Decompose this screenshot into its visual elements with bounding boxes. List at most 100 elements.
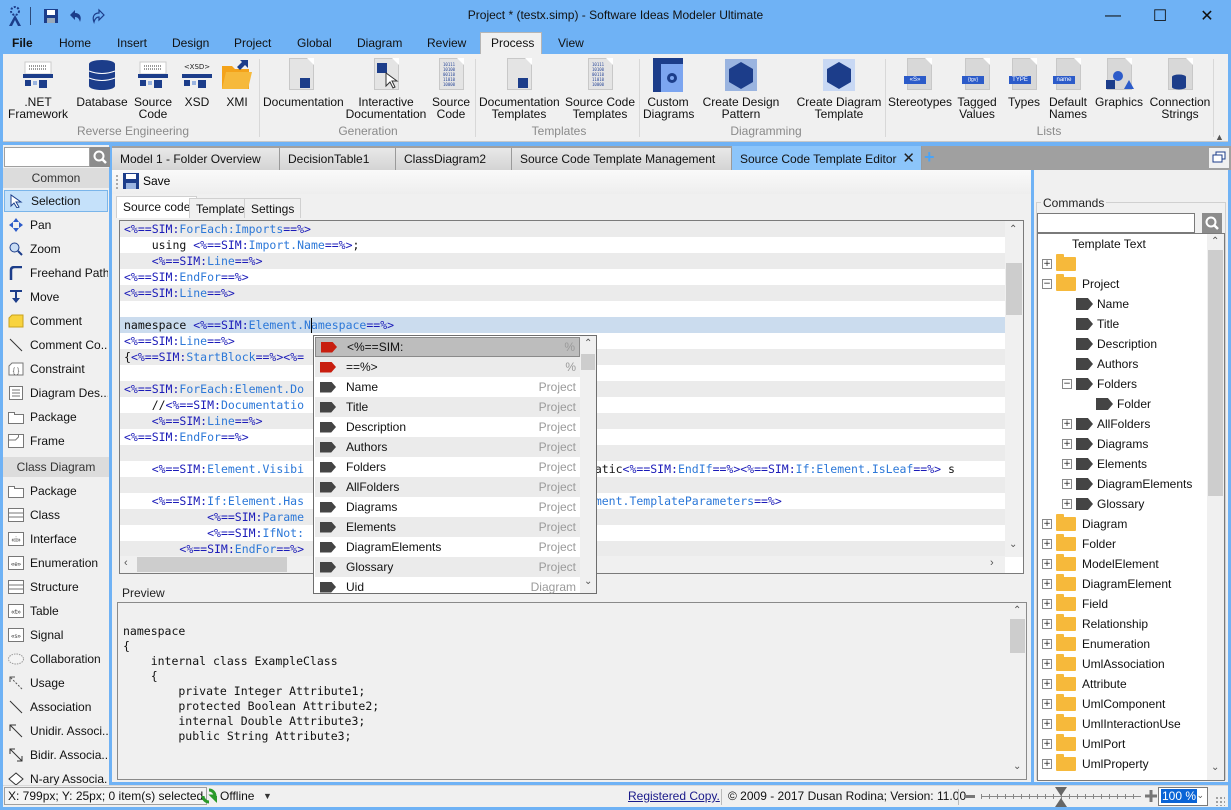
tool-pan[interactable]: Pan bbox=[4, 214, 108, 236]
tab-home[interactable]: Home bbox=[59, 34, 91, 54]
tree-node[interactable]: Authors bbox=[1062, 354, 1138, 374]
tool-enumeration[interactable]: «e» Enumeration bbox=[4, 552, 108, 574]
tab-review[interactable]: Review bbox=[427, 34, 466, 54]
tool-unidirectional-association[interactable]: Unidir. Associ... bbox=[4, 720, 108, 742]
autocomplete-item[interactable]: Name Project bbox=[315, 377, 580, 397]
tab-global[interactable]: Global bbox=[297, 34, 332, 54]
scroll-thumb[interactable] bbox=[1208, 250, 1223, 496]
subtab-settings[interactable]: Settings bbox=[244, 198, 302, 218]
tab-process[interactable]: Process bbox=[480, 32, 542, 54]
expand-icon[interactable]: + bbox=[1062, 499, 1072, 509]
tree-node[interactable]: Template Text bbox=[1072, 234, 1146, 254]
tree-node[interactable]: + UmlInteractionUse bbox=[1042, 714, 1181, 734]
code-line[interactable] bbox=[120, 301, 1005, 317]
collapse-ribbon-icon[interactable]: ▲ bbox=[1215, 132, 1224, 142]
tab-view[interactable]: View bbox=[558, 34, 584, 54]
autocomplete-item[interactable]: Authors Project bbox=[315, 437, 580, 457]
connection-status[interactable]: Offline bbox=[220, 789, 254, 803]
autocomplete-item[interactable]: ==%>% bbox=[315, 357, 580, 377]
tree-node[interactable]: + Elements bbox=[1062, 454, 1147, 474]
expand-icon[interactable]: + bbox=[1042, 579, 1052, 589]
subtab-source-code[interactable]: Source code bbox=[116, 196, 198, 218]
autocomplete-item[interactable]: Title Project bbox=[315, 397, 580, 417]
autocomplete-item[interactable]: <%==SIM:% bbox=[315, 337, 580, 357]
connection-dropdown-icon[interactable]: ▼ bbox=[263, 791, 272, 801]
tool-selection[interactable]: Selection bbox=[4, 190, 108, 212]
documentation-templates-button[interactable]: Documentation Templates bbox=[479, 58, 560, 120]
tree-node[interactable]: + UmlProperty bbox=[1042, 754, 1149, 774]
toolbox-search-input[interactable] bbox=[4, 147, 90, 167]
custom-diagrams-button[interactable]: Custom Diagrams bbox=[643, 58, 694, 120]
expand-icon[interactable]: + bbox=[1042, 759, 1052, 769]
tool-move[interactable]: Move bbox=[4, 286, 108, 308]
tree-node[interactable]: + Relationship bbox=[1042, 614, 1148, 634]
scroll-down-icon[interactable]: ⌄ bbox=[1211, 762, 1219, 773]
expand-icon[interactable]: + bbox=[1042, 519, 1052, 529]
tool-constraint[interactable]: { } Constraint bbox=[4, 358, 108, 380]
create-diagram-template-button[interactable]: Create Diagram Template bbox=[791, 58, 887, 120]
expand-icon[interactable]: + bbox=[1042, 619, 1052, 629]
tab-diagram[interactable]: Diagram bbox=[357, 34, 402, 54]
tool-package[interactable]: Package bbox=[4, 406, 108, 428]
tree-node[interactable]: + Attribute bbox=[1042, 674, 1127, 694]
graphics-button[interactable]: Graphics bbox=[1093, 58, 1145, 108]
scroll-right-icon[interactable]: › bbox=[990, 557, 994, 569]
code-line[interactable]: namespace <%==SIM:Element.Namespace==%> bbox=[120, 317, 1005, 333]
tool-freehand-path[interactable]: Freehand Path bbox=[4, 262, 108, 284]
expand-icon[interactable]: + bbox=[1042, 699, 1052, 709]
scroll-thumb[interactable] bbox=[1006, 263, 1022, 315]
doc-tab-class-diagram[interactable]: ClassDiagram2 bbox=[396, 148, 512, 170]
search-icon[interactable] bbox=[90, 147, 110, 167]
tree-node[interactable]: + DiagramElements bbox=[1062, 474, 1192, 494]
scroll-up-icon[interactable]: ⌃ bbox=[584, 338, 592, 349]
tab-design[interactable]: Design bbox=[172, 34, 209, 54]
expand-icon[interactable]: + bbox=[1042, 559, 1052, 569]
zoom-out-icon[interactable] bbox=[964, 795, 975, 798]
doc-tab-template-editor[interactable]: Source Code Template Editor ✕ bbox=[732, 146, 922, 170]
code-line[interactable]: <%==SIM:Line==%> bbox=[120, 285, 1005, 301]
tree-node[interactable]: + Glossary bbox=[1062, 494, 1144, 514]
toolbox-section-common[interactable]: Common bbox=[3, 168, 109, 188]
tree-node[interactable]: + Field bbox=[1042, 594, 1108, 614]
expand-icon[interactable]: + bbox=[1062, 419, 1072, 429]
close-tab-icon[interactable]: ✕ bbox=[902, 149, 915, 167]
source-code-generate-button[interactable]: 10111 10100 00110 11010 10000 Source Code bbox=[431, 58, 471, 120]
tree-node[interactable]: + ModelElement bbox=[1042, 554, 1159, 574]
code-line[interactable]: <%==SIM:ForEach:Imports==%> bbox=[120, 221, 1005, 237]
tree-node[interactable]: − Project bbox=[1042, 274, 1119, 294]
tree-node[interactable]: + UmlPort bbox=[1042, 734, 1125, 754]
tool-comment-connector[interactable]: Comment Co... bbox=[4, 334, 108, 356]
autocomplete-popup[interactable]: <%==SIM:% ==%>% Name Project Title Project Des… bbox=[313, 335, 597, 594]
tool-usage[interactable]: Usage bbox=[4, 672, 108, 694]
commands-search-input[interactable] bbox=[1037, 213, 1195, 233]
source-code-import-button[interactable]: Source Code bbox=[133, 58, 173, 120]
expand-icon[interactable]: + bbox=[1042, 679, 1052, 689]
code-line[interactable]: <%==SIM:Line==%> bbox=[120, 253, 1005, 269]
tree-node[interactable]: + Folder bbox=[1042, 534, 1116, 554]
search-icon[interactable] bbox=[1202, 213, 1222, 233]
expand-icon[interactable]: + bbox=[1042, 659, 1052, 669]
autocomplete-item[interactable]: DiagramElements Project bbox=[315, 537, 580, 557]
tree-node[interactable]: + Diagram bbox=[1042, 514, 1127, 534]
tool-collaboration[interactable]: Collaboration bbox=[4, 648, 108, 670]
expand-icon[interactable]: + bbox=[1042, 599, 1052, 609]
tree-node[interactable]: + UmlAssociation bbox=[1042, 654, 1165, 674]
tree-node[interactable]: + Diagrams bbox=[1062, 434, 1148, 454]
maximize-button[interactable]: ☐ bbox=[1137, 0, 1183, 32]
connection-strings-button[interactable]: Connection Strings bbox=[1149, 58, 1211, 120]
tab-insert[interactable]: Insert bbox=[117, 34, 147, 54]
expand-icon[interactable]: + bbox=[1042, 259, 1052, 269]
tool-diagram-description[interactable]: Diagram Des... bbox=[4, 382, 108, 404]
default-names-button[interactable]: name Default Names bbox=[1047, 58, 1089, 120]
tool-bidirectional-association[interactable]: Bidir. Associa... bbox=[4, 744, 108, 766]
tool-package[interactable]: Package bbox=[4, 480, 108, 502]
tree-node[interactable]: Folder bbox=[1082, 394, 1151, 414]
tagged-values-button[interactable]: {tgv} Tagged Values bbox=[955, 58, 999, 120]
autocomplete-item[interactable]: AllFolders Project bbox=[315, 477, 580, 497]
expand-icon[interactable]: + bbox=[1062, 479, 1072, 489]
expand-icon[interactable]: + bbox=[1042, 639, 1052, 649]
tool-zoom[interactable]: Zoom bbox=[4, 238, 108, 260]
preview-scrollbar[interactable]: ⌃ ⌄ bbox=[1009, 603, 1026, 779]
documentation-button[interactable]: Documentation bbox=[263, 58, 344, 108]
scroll-up-icon[interactable]: ⌃ bbox=[1009, 224, 1017, 235]
